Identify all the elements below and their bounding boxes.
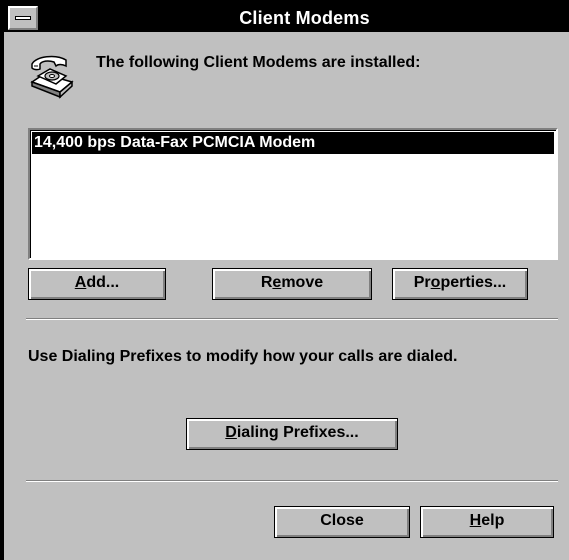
help-button-label-post: elp [481,512,505,529]
remove-button-label-pre: R [260,274,273,291]
dialing-prefixes-info: Use Dialing Prefixes to modify how your … [28,348,458,365]
remove-button-mnemonic: e [272,274,282,291]
header-row: The following Client Modems are installe… [26,48,546,104]
add-button[interactable]: Add... [28,268,166,300]
dialing-prefixes-button-label-post: ialing Prefixes... [236,424,359,441]
close-button-label: Close [320,512,364,529]
remove-button-label-post: move [281,274,324,291]
system-menu-bar [15,16,31,20]
help-button-mnemonic: H [469,512,482,529]
separator-bottom [26,480,558,482]
properties-button-label-post: perties... [440,274,507,291]
telephone-icon [30,55,74,99]
properties-button[interactable]: Properties... [392,268,528,300]
installed-modems-label: The following Client Modems are installe… [96,54,421,71]
modem-list[interactable]: 14,400 bps Data-Fax PCMCIA Modem [28,128,558,260]
client-modems-dialog: Client Modems The following Client Modem… [0,0,569,560]
add-button-label-post: dd... [86,274,120,291]
list-item[interactable]: 14,400 bps Data-Fax PCMCIA Modem [32,132,554,154]
title-bar[interactable]: Client Modems [4,4,569,32]
properties-button-mnemonic: o [430,274,441,291]
close-button[interactable]: Close [274,506,410,538]
dialing-prefixes-button-mnemonic: D [225,424,237,441]
help-button[interactable]: Help [420,506,554,538]
dialing-prefixes-button[interactable]: Dialing Prefixes... [186,418,398,450]
properties-button-label-pre: Pr [413,274,431,291]
remove-button[interactable]: Remove [212,268,372,300]
add-button-mnemonic: A [74,274,87,291]
separator-top [26,318,558,320]
window-title: Client Modems [239,8,370,28]
system-menu-icon[interactable] [8,6,38,30]
